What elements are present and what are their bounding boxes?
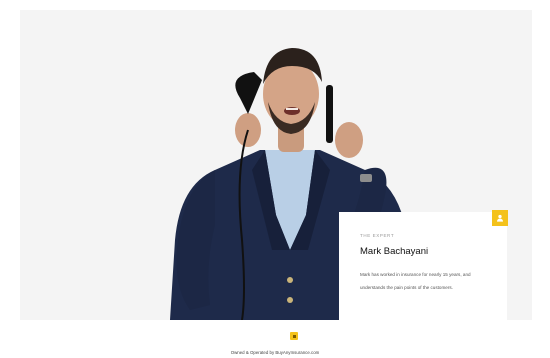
logo-icon-glyph	[292, 334, 296, 338]
expert-card: THE EXPERT Mark Bachayani Mark has worke…	[339, 212, 507, 320]
hero-section: THE EXPERT Mark Bachayani Mark has worke…	[20, 10, 532, 320]
logo-icon[interactable]	[290, 332, 298, 340]
user-icon	[496, 214, 504, 222]
card-eyebrow: THE EXPERT	[360, 233, 395, 238]
user-badge	[492, 210, 508, 226]
expert-name: Mark Bachayani	[360, 246, 429, 257]
expert-description: Mark has worked in insurance for nearly …	[360, 272, 471, 290]
footer-text: Owned & Operated by BuyAnyInsurance.com	[230, 350, 320, 355]
